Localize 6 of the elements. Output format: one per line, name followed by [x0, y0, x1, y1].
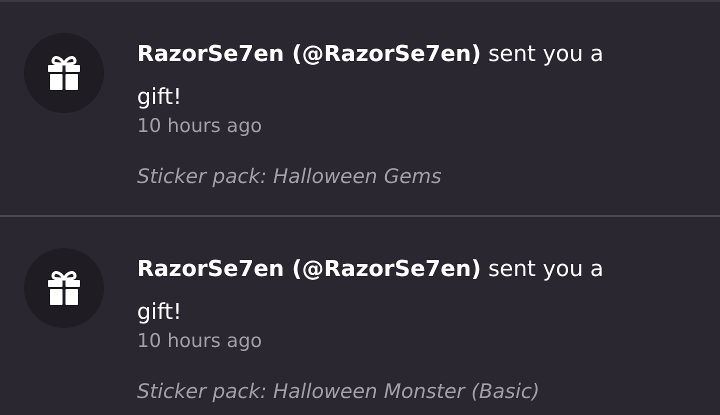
timestamp: 10 hours ago	[137, 329, 264, 354]
gift-detail: Sticker pack: Halloween Monster (Basic)	[137, 378, 541, 404]
notification-message: RazorSe7en (@RazorSe7en) sent you a gift!	[137, 41, 605, 112]
timestamp: 10 hours ago	[137, 114, 264, 139]
gift-detail: Sticker pack: Halloween Gems	[137, 163, 443, 189]
notification-message: RazorSe7en (@RazorSe7en) sent you a gift!	[137, 256, 605, 327]
